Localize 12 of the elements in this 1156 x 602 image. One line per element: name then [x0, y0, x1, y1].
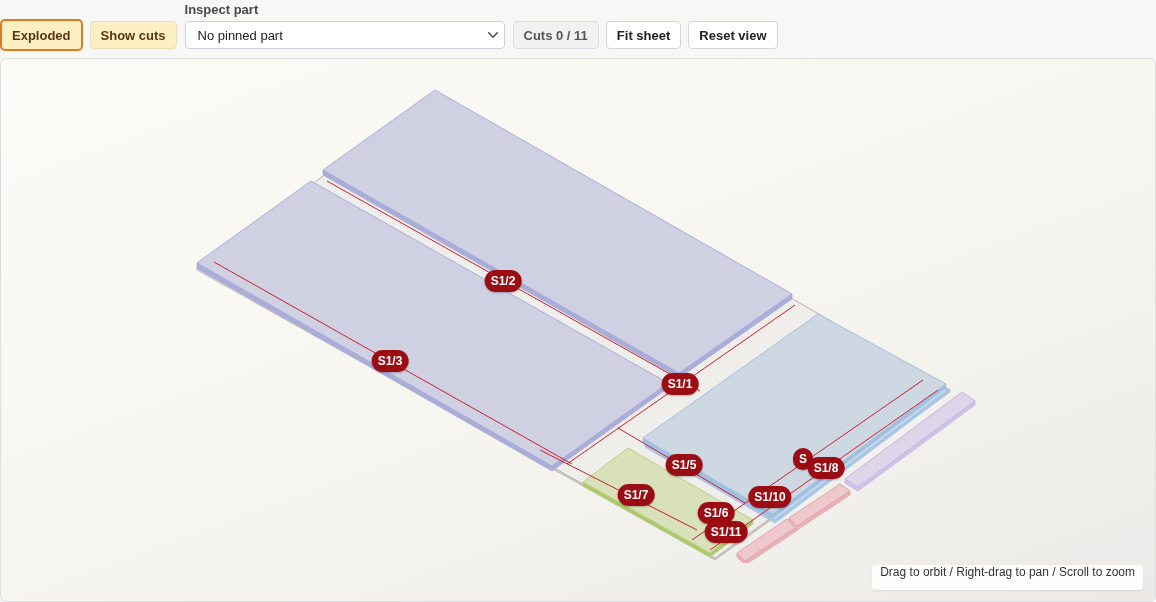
viewport-hint: Drag to orbit / Right-drag to pan / Scroll to zoom	[872, 565, 1143, 590]
toggle-button[interactable]: Exploded	[0, 19, 83, 51]
field-label: Inspect part	[184, 2, 260, 17]
toggle-button[interactable]: Show cuts	[89, 21, 177, 49]
toolbar-button[interactable]: Fit sheet	[605, 21, 682, 49]
part-select[interactable]: No pinned part	[184, 21, 505, 49]
chevron-down-icon	[487, 32, 498, 38]
cut-label: S1/11	[704, 521, 748, 543]
cut-label: S1/8	[807, 457, 845, 479]
cut-label: S1/10	[748, 486, 792, 508]
cut-label: S1/3	[371, 350, 409, 372]
toolbar-button[interactable]: Reset view	[688, 21, 778, 49]
